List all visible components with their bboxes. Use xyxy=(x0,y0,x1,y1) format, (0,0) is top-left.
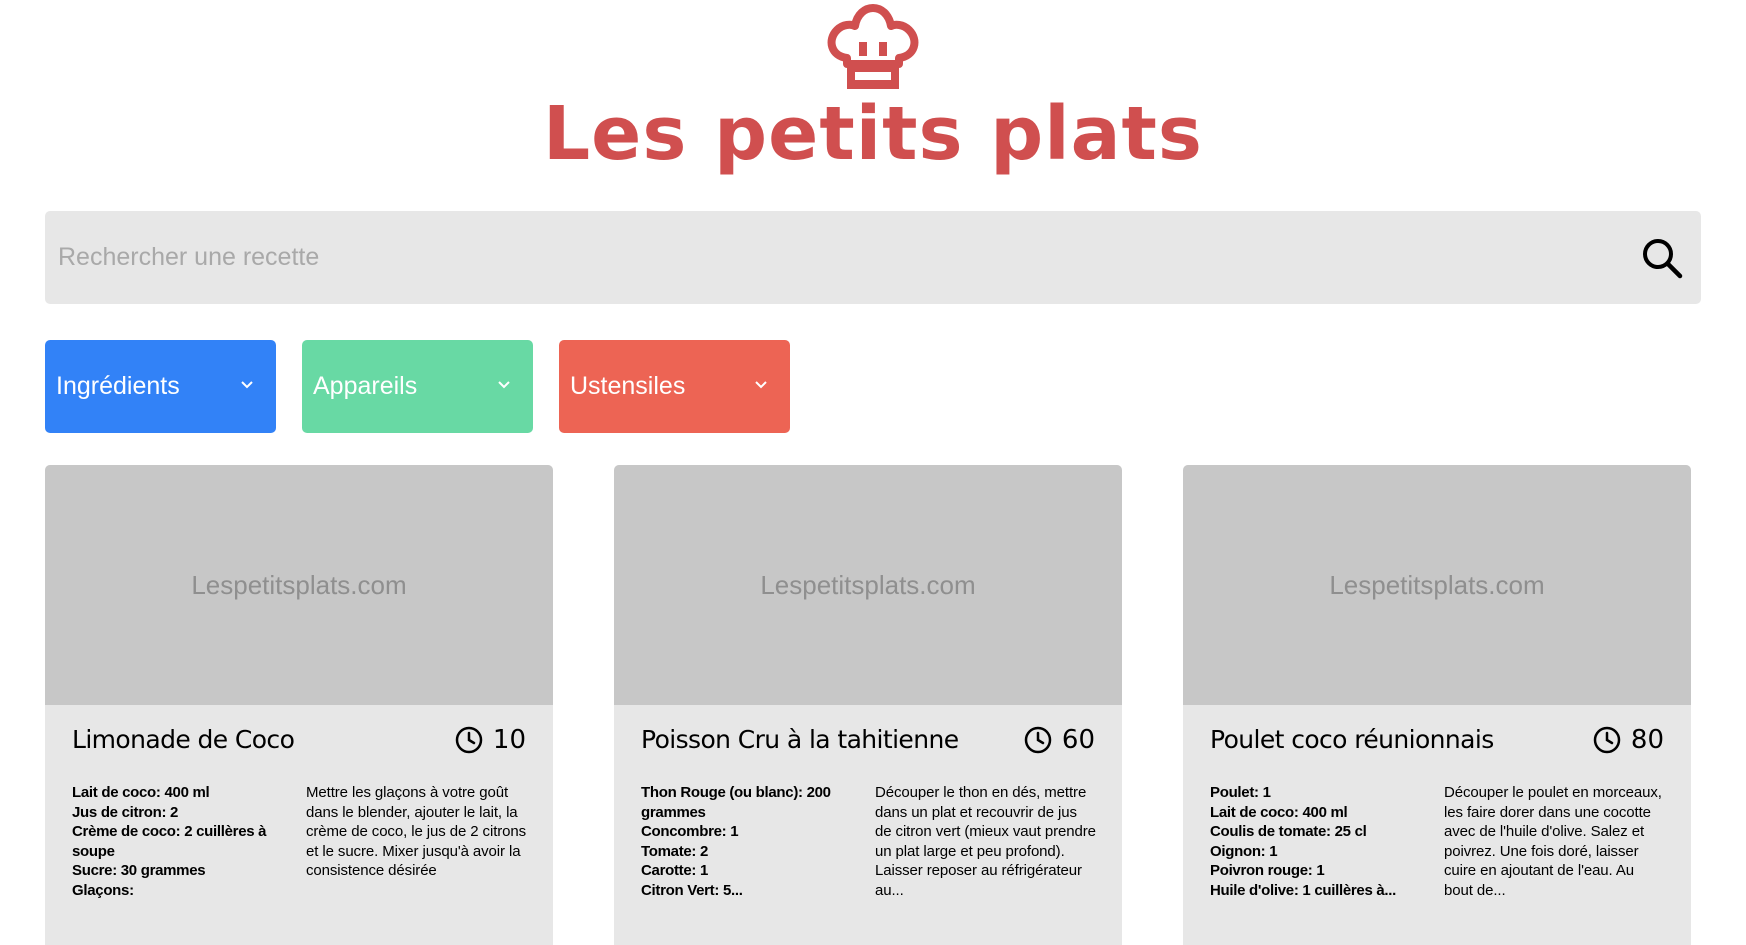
ingredient-item: Tomate: 2 xyxy=(641,842,709,860)
ustensiles-filter-label: Ustensiles xyxy=(570,372,686,400)
ingredient-item: Coulis de tomate: 25 cl xyxy=(1210,823,1367,840)
appareils-filter-label: Appareils xyxy=(313,372,418,400)
ingredient-item: Thon Rouge (ou blanc): 200 grammes xyxy=(641,784,831,821)
recipe-title: Limonade de Coco xyxy=(72,725,295,754)
ingredient-item: Crème de coco: 2 cuillères à soupe xyxy=(72,823,267,860)
recipe-card[interactable]: Lespetitsplats.com Poisson Cru à la tahi… xyxy=(614,465,1122,945)
ingredient-item: Huile d'olive: 1 cuillères à... xyxy=(1210,881,1397,899)
search-icon[interactable] xyxy=(1641,237,1683,279)
recipe-description: Découper le thon en dés, mettre dans un … xyxy=(875,784,1096,899)
recipe-time: 10 xyxy=(455,723,526,757)
recipe-image-text: Lespetitsplats.com xyxy=(191,570,407,600)
recipe-title: Poisson Cru à la tahitienne xyxy=(641,725,959,754)
ingredients-list: Lait de coco: 400 ml Jus de citron: 2 Cr… xyxy=(72,783,282,900)
ingredient-item: Oignon: 1 xyxy=(1210,842,1278,860)
appareils-filter-button[interactable]: Appareils xyxy=(302,340,533,433)
ingredient-item: Citron Vert: 5... xyxy=(641,881,743,899)
recipe-description: Découper le poulet en morceaux, les fair… xyxy=(1444,784,1662,899)
chef-hat-icon xyxy=(827,4,919,89)
recipe-image-placeholder: Lespetitsplats.com xyxy=(614,465,1122,705)
site-title: Les petits plats xyxy=(543,91,1203,177)
recipe-time-value: 10 xyxy=(492,725,526,755)
search-bar xyxy=(45,211,1701,304)
recipe-description: Mettre les glaçons à votre goût dans le … xyxy=(306,784,527,879)
recipe-title: Poulet coco réunionnais xyxy=(1210,725,1494,754)
recipe-time: 60 xyxy=(1024,723,1095,757)
ingredient-item: Lait de coco: 400 ml xyxy=(72,784,210,801)
clock-icon xyxy=(455,726,483,754)
recipe-time-value: 80 xyxy=(1630,725,1664,755)
ingredients-list: Thon Rouge (ou blanc): 200 grammes Conco… xyxy=(641,783,851,900)
recipe-image-placeholder: Lespetitsplats.com xyxy=(1183,465,1691,705)
ingredient-item: Glaçons: xyxy=(72,881,134,899)
recipe-time: 80 xyxy=(1593,723,1664,757)
ingredient-item: Concombre: 1 xyxy=(641,823,739,840)
ingredient-item: Sucre: 30 grammes xyxy=(72,862,206,879)
recipe-image-text: Lespetitsplats.com xyxy=(760,570,976,600)
ingredients-list: Poulet: 1 Lait de coco: 400 ml Coulis de… xyxy=(1210,783,1420,900)
ingredients-filter-button[interactable]: Ingrédients xyxy=(45,340,276,433)
search-input[interactable] xyxy=(45,211,1605,304)
recipe-card[interactable]: Lespetitsplats.com Poulet coco réunionna… xyxy=(1183,465,1691,945)
ingredient-item: Poulet: 1 xyxy=(1210,784,1271,801)
recipe-image-text: Lespetitsplats.com xyxy=(1329,570,1545,600)
ingredient-item: Jus de citron: 2 xyxy=(72,803,179,821)
chevron-down-icon xyxy=(498,381,510,389)
clock-icon xyxy=(1593,726,1621,754)
ustensiles-filter-button[interactable]: Ustensiles xyxy=(559,340,790,433)
ingredient-item: Poivron rouge: 1 xyxy=(1210,862,1325,879)
ingredients-filter-label: Ingrédients xyxy=(56,372,180,400)
recipe-card[interactable]: Lespetitsplats.com Limonade de Coco 10 L… xyxy=(45,465,553,945)
clock-icon xyxy=(1024,726,1052,754)
recipe-time-value: 60 xyxy=(1061,725,1095,755)
recipe-image-placeholder: Lespetitsplats.com xyxy=(45,465,553,705)
header: Les petits plats xyxy=(0,0,1746,190)
ingredient-item: Carotte: 1 xyxy=(641,862,709,879)
ingredient-item: Lait de coco: 400 ml xyxy=(1210,803,1348,821)
chevron-down-icon xyxy=(241,381,253,389)
chevron-down-icon xyxy=(755,381,767,389)
